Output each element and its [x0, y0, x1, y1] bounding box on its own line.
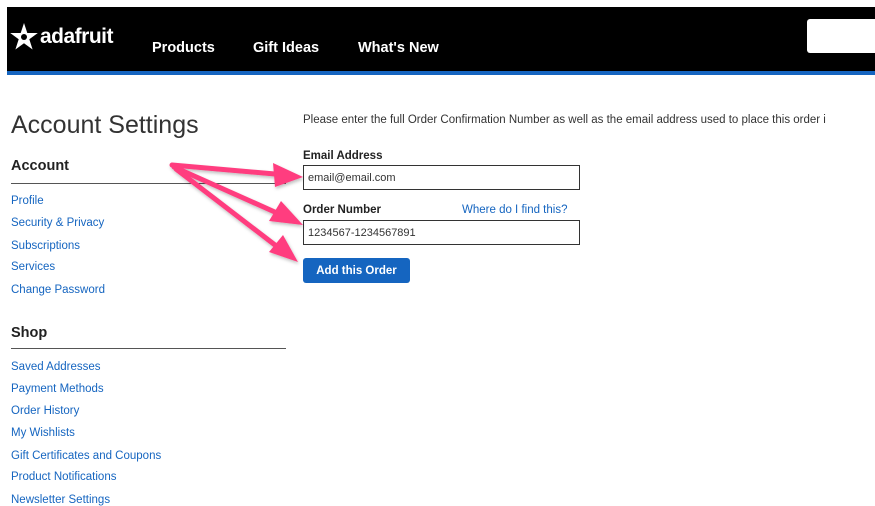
arrow-icon: [273, 163, 303, 187]
page-frame: adafruit Products Gift Ideas What's New …: [7, 7, 875, 506]
arrow-icon: [269, 235, 298, 262]
arrow-icon: [269, 201, 303, 225]
annotation-arrows: [169, 162, 303, 262]
